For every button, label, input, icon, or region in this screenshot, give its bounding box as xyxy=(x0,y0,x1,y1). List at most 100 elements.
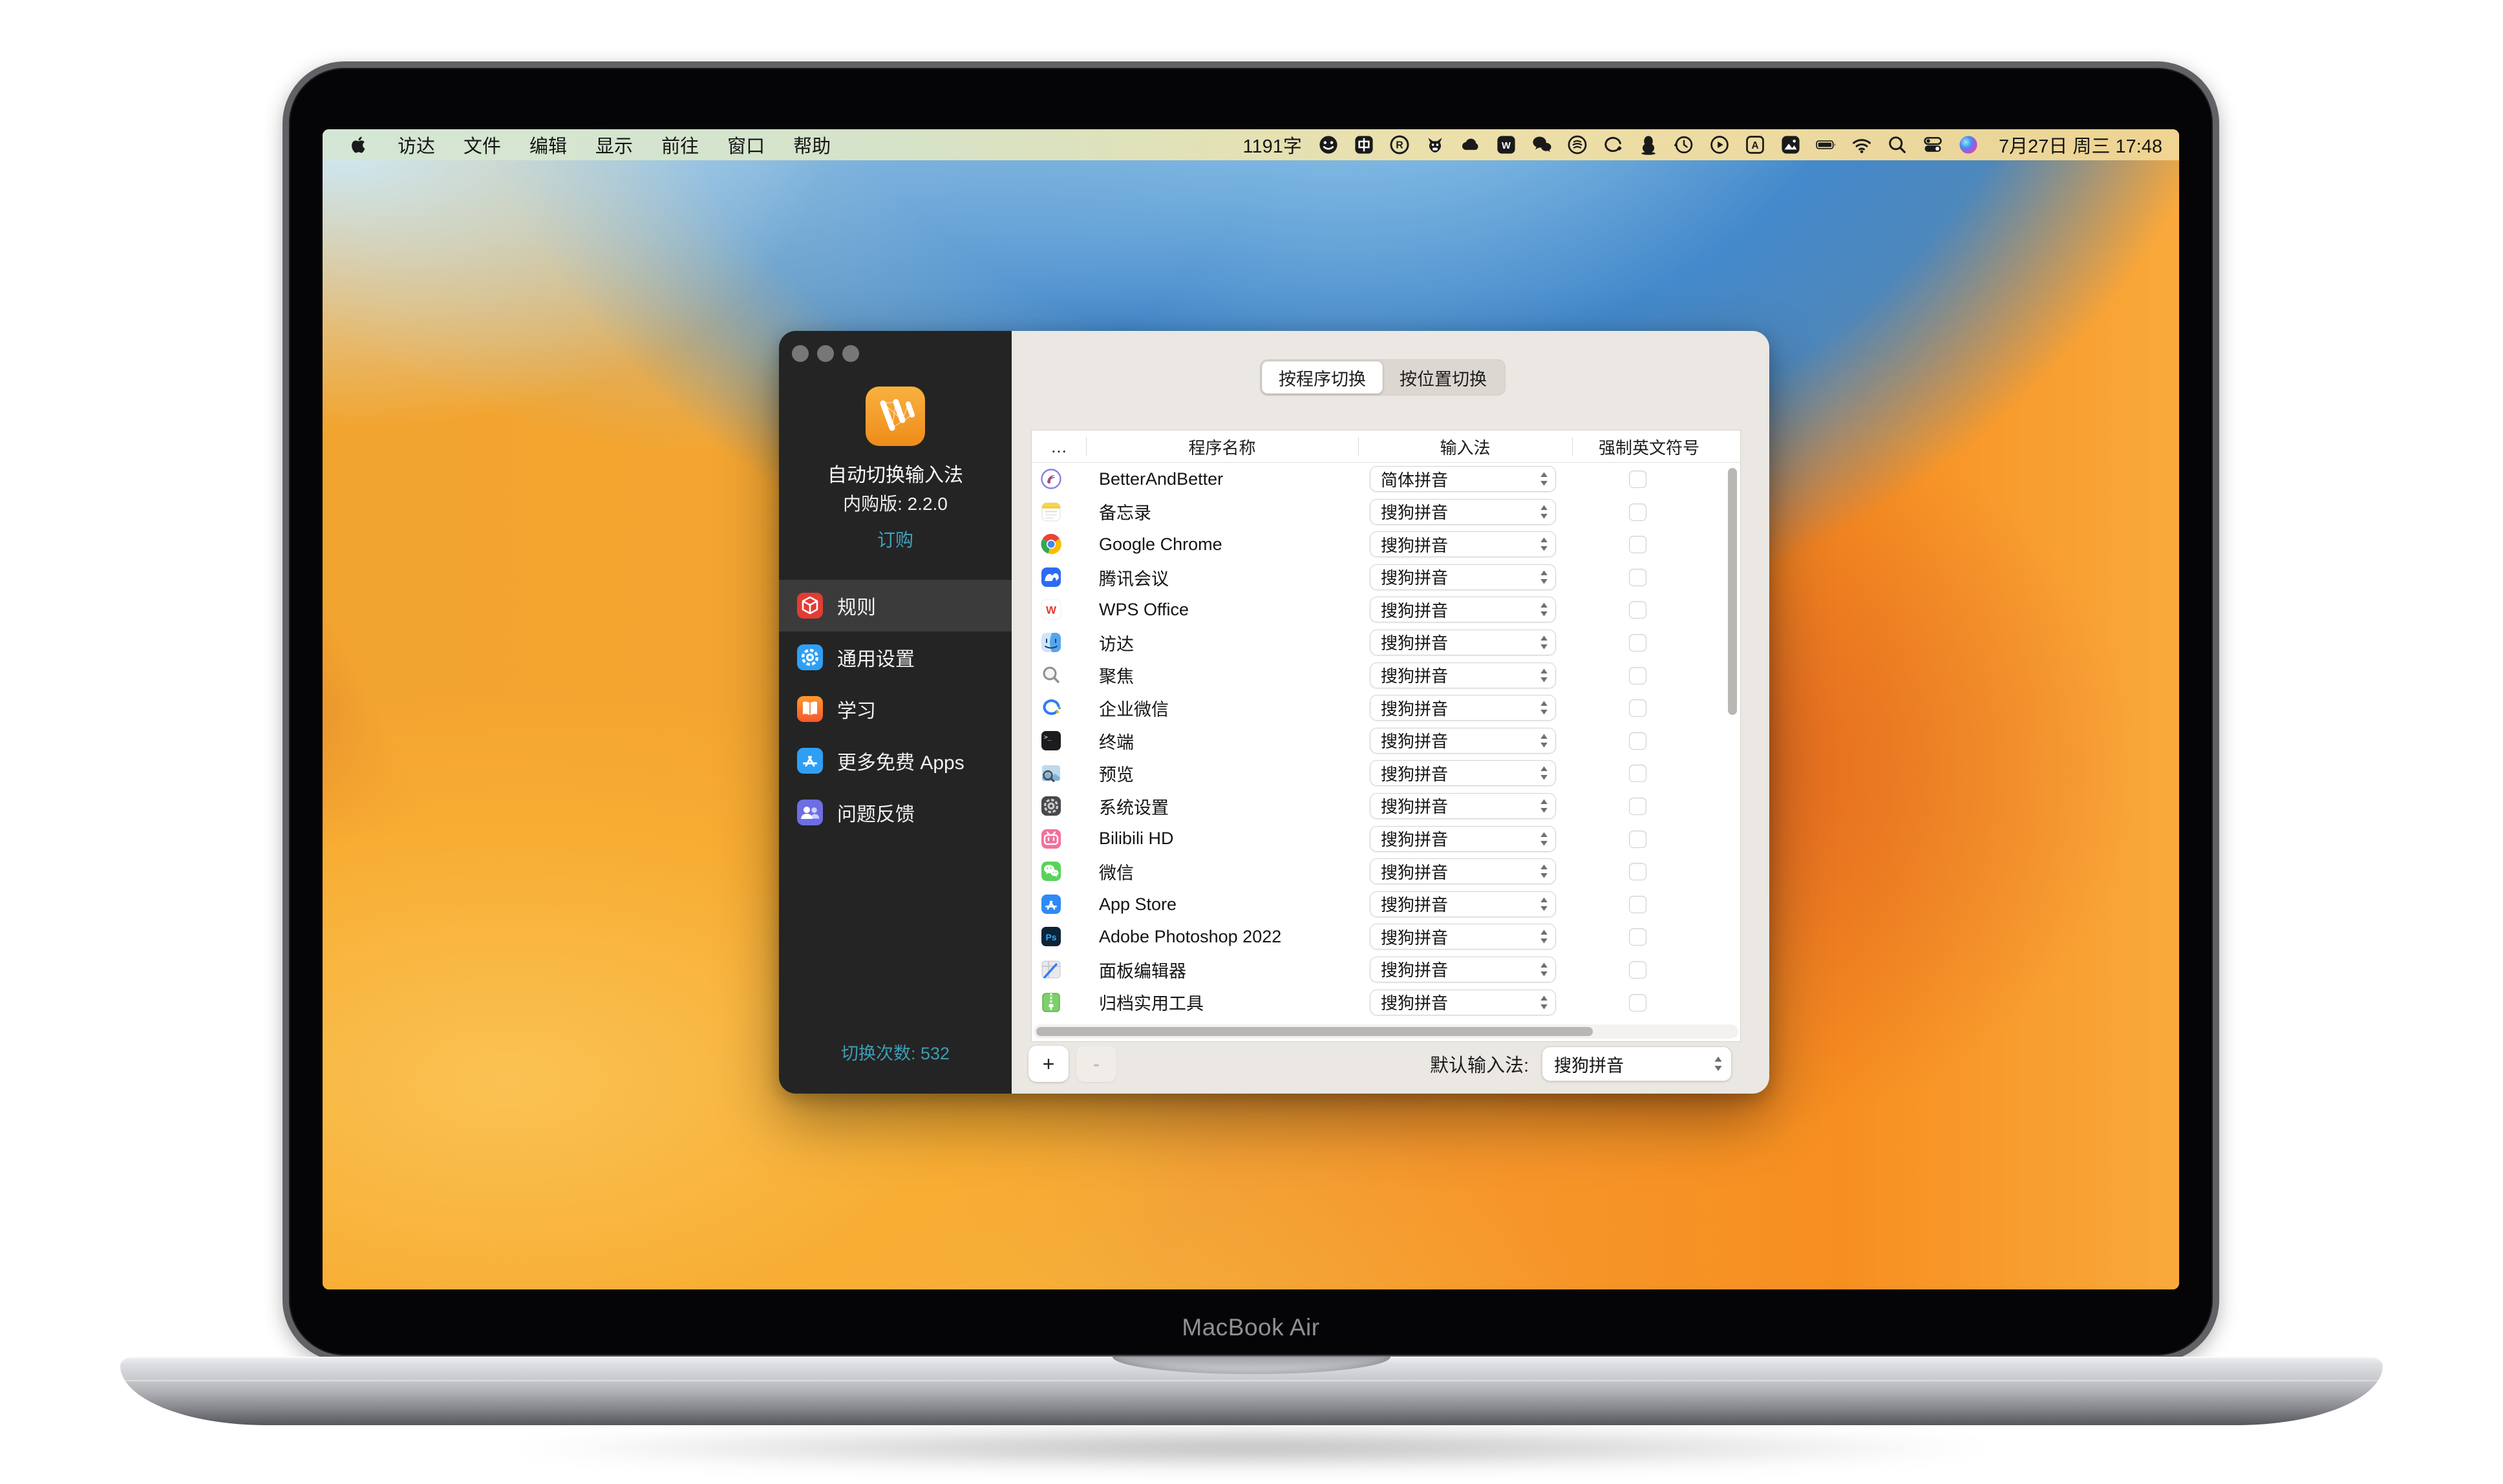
table-row[interactable]: 面板编辑器 搜狗拼音 xyxy=(1032,953,1740,986)
close-window-button[interactable] xyxy=(792,345,809,362)
input-a-icon[interactable]: A xyxy=(1744,134,1766,156)
menu-item[interactable]: 窗口 xyxy=(727,131,765,158)
input-method-select[interactable]: 搜狗拼音 xyxy=(1370,957,1556,982)
input-method-select[interactable]: 搜狗拼音 xyxy=(1370,826,1556,852)
input-method-select[interactable]: 搜狗拼音 xyxy=(1370,499,1556,525)
horizontal-scrollbar-thumb[interactable] xyxy=(1036,1027,1593,1036)
control-center-icon[interactable] xyxy=(1922,134,1944,156)
table-row[interactable]: 聚焦 搜狗拼音 xyxy=(1032,659,1740,692)
input-method-select[interactable]: 简体拼音 xyxy=(1370,466,1556,492)
wechat-status-icon[interactable] xyxy=(1531,134,1553,156)
table-row[interactable]: 系统设置 搜狗拼音 xyxy=(1032,790,1740,823)
tab[interactable]: 按程序切换 xyxy=(1262,361,1383,394)
menu-item[interactable]: 编辑 xyxy=(529,131,567,158)
column-divider xyxy=(1572,437,1573,456)
forced-english-checkbox[interactable] xyxy=(1629,536,1646,553)
word-count-status[interactable]: 1191字 xyxy=(1243,131,1302,158)
input-method-select[interactable]: 搜狗拼音 xyxy=(1370,760,1556,786)
wps-status-icon[interactable]: W xyxy=(1495,134,1517,156)
vertical-scrollbar[interactable] xyxy=(1728,468,1737,715)
menu-item[interactable]: 显示 xyxy=(595,131,633,158)
table-row[interactable]: 腾讯会议 搜狗拼音 xyxy=(1032,561,1740,594)
time-machine-icon[interactable] xyxy=(1673,134,1695,156)
table-row[interactable]: 预览 搜狗拼音 xyxy=(1032,757,1740,790)
spotlight-status-icon[interactable] xyxy=(1886,134,1908,156)
input-zhong-icon[interactable] xyxy=(1353,134,1375,156)
table-row[interactable]: App Store 搜狗拼音 xyxy=(1032,888,1740,921)
table-row[interactable]: Google Chrome 搜狗拼音 xyxy=(1032,528,1740,561)
forced-english-checkbox[interactable] xyxy=(1629,667,1646,684)
menu-item[interactable]: 前往 xyxy=(661,131,699,158)
sidebar-item[interactable]: 通用设置 xyxy=(779,631,1012,683)
chevron-up-down-icon xyxy=(1539,668,1549,684)
input-method-select[interactable]: 搜狗拼音 xyxy=(1370,695,1556,721)
forced-english-checkbox[interactable] xyxy=(1629,601,1646,619)
cloud-icon[interactable] xyxy=(1460,134,1482,156)
play-circle-icon[interactable] xyxy=(1709,134,1731,156)
table-row[interactable]: 备忘录 搜狗拼音 xyxy=(1032,496,1740,529)
forced-english-checkbox[interactable] xyxy=(1629,994,1646,1012)
forced-english-checkbox[interactable] xyxy=(1629,504,1646,521)
menu-item[interactable]: 帮助 xyxy=(793,131,831,158)
forced-english-checkbox[interactable] xyxy=(1629,471,1646,488)
input-method-select[interactable]: 搜狗拼音 xyxy=(1370,728,1556,754)
table-row[interactable]: W WPS Office 搜狗拼音 xyxy=(1032,593,1740,626)
wecom-status-icon[interactable] xyxy=(1602,134,1624,156)
remove-rule-button[interactable]: - xyxy=(1076,1046,1116,1082)
input-method-select[interactable]: 搜狗拼音 xyxy=(1370,597,1556,622)
table-row[interactable]: 访达 搜狗拼音 xyxy=(1032,626,1740,659)
input-method-select[interactable]: 搜狗拼音 xyxy=(1370,793,1556,819)
emoji-smiley-icon[interactable] xyxy=(1317,134,1339,156)
forced-english-checkbox[interactable] xyxy=(1629,863,1646,880)
photos-icon[interactable] xyxy=(1780,134,1802,156)
menu-item[interactable]: 文件 xyxy=(463,131,501,158)
input-method-select[interactable]: 搜狗拼音 xyxy=(1370,990,1556,1015)
forced-english-checkbox[interactable] xyxy=(1629,732,1646,750)
horizontal-scrollbar-track[interactable] xyxy=(1034,1024,1738,1039)
input-method-select[interactable]: 搜狗拼音 xyxy=(1370,564,1556,590)
forced-english-checkbox[interactable] xyxy=(1629,831,1646,848)
menu-item[interactable]: 访达 xyxy=(398,131,435,158)
input-method-select[interactable]: 搜狗拼音 xyxy=(1370,531,1556,557)
forced-english-checkbox[interactable] xyxy=(1629,569,1646,586)
forced-english-checkbox[interactable] xyxy=(1629,765,1646,782)
table-row[interactable]: BetterAndBetter 简体拼音 xyxy=(1032,463,1740,496)
table-row[interactable]: 企业微信 搜狗拼音 xyxy=(1032,692,1740,725)
sidebar-item[interactable]: 规则 xyxy=(779,580,1012,631)
table-row[interactable]: >_ 终端 搜狗拼音 xyxy=(1032,725,1740,758)
menu-bar-clock[interactable]: 7月27日 周三 17:48 xyxy=(1999,131,2162,158)
minimize-window-button[interactable] xyxy=(817,345,834,362)
table-row[interactable]: 归档实用工具 搜狗拼音 xyxy=(1032,986,1740,1019)
tab[interactable]: 按位置切换 xyxy=(1383,361,1504,394)
forced-english-checkbox[interactable] xyxy=(1629,928,1646,946)
input-method-select[interactable]: 搜狗拼音 xyxy=(1370,924,1556,949)
siri-icon[interactable] xyxy=(1957,134,1979,156)
bull-icon[interactable] xyxy=(1424,134,1446,156)
table-row[interactable]: Bilibili HD 搜狗拼音 xyxy=(1032,823,1740,856)
wifi-icon[interactable] xyxy=(1851,134,1873,156)
apple-menu-icon[interactable] xyxy=(348,134,369,155)
default-input-select[interactable]: 搜狗拼音 xyxy=(1542,1046,1732,1081)
forced-english-checkbox[interactable] xyxy=(1629,634,1646,652)
forced-english-checkbox[interactable] xyxy=(1629,961,1646,979)
battery-icon[interactable] xyxy=(1815,134,1837,156)
r-circle-icon[interactable]: R xyxy=(1389,134,1411,156)
notes-icon xyxy=(1039,500,1063,524)
sogou-icon[interactable] xyxy=(1566,134,1588,156)
input-method-select[interactable]: 搜狗拼音 xyxy=(1370,858,1556,884)
add-rule-button[interactable]: + xyxy=(1028,1046,1069,1082)
input-method-select[interactable]: 搜狗拼音 xyxy=(1370,630,1556,655)
table-row[interactable]: Ps Adobe Photoshop 2022 搜狗拼音 xyxy=(1032,920,1740,953)
sidebar-item[interactable]: 问题反馈 xyxy=(779,787,1012,838)
forced-english-checkbox[interactable] xyxy=(1629,699,1646,717)
input-method-select[interactable]: 搜狗拼音 xyxy=(1370,891,1556,917)
sidebar-item[interactable]: 更多免费 Apps xyxy=(779,735,1012,787)
forced-english-checkbox[interactable] xyxy=(1629,896,1646,913)
qq-icon[interactable] xyxy=(1637,134,1659,156)
sidebar-item[interactable]: 学习 xyxy=(779,683,1012,735)
forced-english-checkbox[interactable] xyxy=(1629,798,1646,815)
table-row[interactable]: 微信 搜狗拼音 xyxy=(1032,855,1740,888)
input-method-select[interactable]: 搜狗拼音 xyxy=(1370,662,1556,688)
subscribe-link[interactable]: 订购 xyxy=(779,526,1012,552)
zoom-window-button[interactable] xyxy=(842,345,859,362)
